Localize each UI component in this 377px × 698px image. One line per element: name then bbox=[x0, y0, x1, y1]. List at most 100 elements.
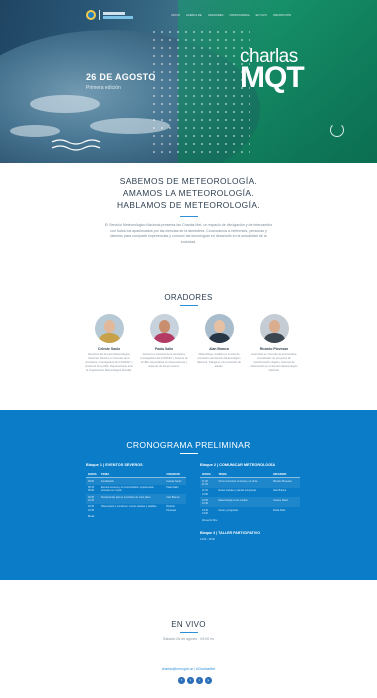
cell-tema: Cómo comunicar el tiempo y el clima bbox=[216, 477, 272, 488]
col-orador: ORADOR bbox=[164, 470, 186, 479]
scroll-down-icon[interactable] bbox=[330, 123, 344, 137]
hero-banner: INICIO ACERCA DE ORADORES CRONOGRAMA EN … bbox=[0, 0, 377, 163]
speaker-bio: Directora del Servicio Meteorológico Nac… bbox=[85, 353, 133, 372]
nav-inicio[interactable]: INICIO bbox=[171, 14, 180, 17]
speakers-title: ORADORES bbox=[164, 293, 213, 302]
cell-orador: Paola Salio bbox=[166, 486, 179, 490]
dot-pattern bbox=[150, 28, 250, 156]
section-divider bbox=[180, 453, 198, 454]
col-orador: ORADOR bbox=[271, 470, 300, 479]
cell-hora: 12:30 13:00 bbox=[202, 508, 208, 515]
speaker-card[interactable]: Paola Salio Doctora en Ciencias de la At… bbox=[139, 314, 189, 373]
nav-oradores[interactable]: ORADORES bbox=[208, 14, 224, 17]
table-row: 09:00 Acreditación Celeste Saulo bbox=[86, 477, 186, 485]
wave-icon bbox=[51, 139, 101, 151]
speaker-card[interactable]: Ricardo Piovesan Licenciado en Ciencias … bbox=[249, 314, 299, 373]
intro-heading-2: AMAMOS LA METEOROLOGÍA. bbox=[122, 188, 255, 198]
speaker-bio: Doctora en Ciencias de la Atmósfera, inv… bbox=[140, 353, 188, 368]
agenda-title: CRONOGRAMA PRELIMINAR bbox=[126, 440, 251, 450]
cell-hora: 09:45 10:15 bbox=[86, 494, 99, 504]
brand-bottom: MQT bbox=[240, 61, 305, 94]
col-tema: TEMA bbox=[216, 470, 272, 479]
block-2-table: HORA TEMA ORADOR 11:00 11:30 Cómo comuni… bbox=[200, 470, 300, 517]
cell-orador: Celeste Saulo bbox=[271, 497, 300, 507]
cell-orador: Ricardo Piovesan bbox=[166, 505, 177, 512]
agenda-section: CRONOGRAMA PRELIMINAR Bloque 1 | EVENTOS… bbox=[0, 410, 377, 580]
nav-cronograma[interactable]: CRONOGRAMA bbox=[229, 14, 249, 17]
cell-hora: 09:00 bbox=[86, 477, 99, 485]
social-links: f t i y bbox=[178, 677, 212, 684]
cell-tema: Cierre y preguntas bbox=[218, 508, 238, 512]
twitter-icon[interactable]: t bbox=[187, 677, 194, 684]
speakers-list: Celeste Saulo Directora del Servicio Met… bbox=[84, 314, 299, 373]
block-3-title: Bloque 3 | TALLER PARTICIPATIVO bbox=[200, 530, 261, 535]
logo-emblem-icon bbox=[86, 10, 96, 20]
cell-hora: 10:15 10:45 bbox=[88, 505, 94, 512]
block-1-title: Bloque 1 | EVENTOS SEVEROS bbox=[86, 463, 143, 467]
intro-paragraph: El Servicio Meteorológico Nacional prese… bbox=[104, 223, 273, 244]
cell-hora: 11:00 11:30 bbox=[200, 477, 217, 488]
speaker-name: Alan Branca bbox=[209, 347, 229, 351]
speaker-avatar bbox=[94, 314, 124, 343]
nav-inscripcion[interactable]: INSCRIPCIÓN bbox=[273, 14, 291, 17]
block-1: Bloque 1 | EVENTOS SEVEROS HORA TEMA ORA… bbox=[86, 463, 186, 520]
contact-link[interactable]: charlas@smn.gob.ar | #CharlasMet bbox=[0, 667, 377, 671]
speaker-avatar bbox=[259, 314, 289, 343]
cell-orador: Alan Branca bbox=[164, 494, 186, 504]
nav-en-vivo[interactable]: EN VIVO bbox=[256, 14, 267, 17]
table-row: 09:45 10:15 Herramientas para el pronóst… bbox=[86, 494, 186, 504]
nav-acerca[interactable]: ACERCA DE bbox=[186, 14, 202, 17]
speaker-name: Paola Salio bbox=[154, 347, 174, 351]
instagram-icon[interactable]: i bbox=[196, 677, 203, 684]
block-3-time: 14:00 - 16:00 bbox=[200, 537, 215, 541]
intro-heading-1: SABEMOS DE METEOROLOGÍA. bbox=[119, 176, 258, 186]
cell-orador: Alan Branca bbox=[273, 489, 287, 493]
cell-tema: Redes sociales y alertas tempranas bbox=[218, 489, 257, 493]
top-navbar: INICIO ACERCA DE ORADORES CRONOGRAMA EN … bbox=[0, 0, 377, 30]
col-tema: TEMA bbox=[98, 470, 165, 479]
section-divider bbox=[180, 305, 198, 306]
table-row: 11:00 11:30 Cómo comunicar el tiempo y e… bbox=[200, 477, 300, 488]
youtube-icon[interactable]: y bbox=[205, 677, 212, 684]
col-hora: HORA bbox=[200, 470, 217, 479]
logo-text bbox=[103, 11, 133, 20]
speaker-card[interactable]: Celeste Saulo Directora del Servicio Met… bbox=[84, 314, 134, 373]
cell-orador: Paola Salio bbox=[273, 508, 286, 512]
live-date: Sábado 26 de agosto · 09:00 hs bbox=[162, 637, 215, 641]
intro-heading-3: HABLAMOS DE METEOROLOGÍA. bbox=[116, 200, 261, 210]
event-date: 26 DE AGOSTO bbox=[86, 72, 156, 82]
speaker-name: Ricardo Piovesan bbox=[259, 347, 289, 351]
section-divider bbox=[179, 216, 198, 217]
cell-tema: Eventos severos y su comunicación: exper… bbox=[100, 486, 154, 493]
table-row: 12:00 12:30 Meteorología en los medios C… bbox=[200, 497, 300, 507]
intro-section: SABEMOS DE METEOROLOGÍA. AMAMOS LA METEO… bbox=[0, 175, 377, 245]
table-row: 11:30 12:00 Redes sociales y alertas tem… bbox=[200, 488, 300, 498]
cell-orador: Celeste Saulo bbox=[164, 477, 186, 485]
speaker-bio: Meteorólogo. Analista en el área de pron… bbox=[197, 353, 241, 368]
page: INICIO ACERCA DE ORADORES CRONOGRAMA EN … bbox=[0, 0, 377, 698]
cell-hora: 12:00 12:30 bbox=[200, 497, 217, 507]
block-2: Bloque 2 | COMUNICAR METEOROLOGÍA HORA T… bbox=[200, 463, 300, 541]
charlas-met-logo: charlas MQT bbox=[240, 47, 305, 94]
live-title: EN VIVO bbox=[171, 620, 206, 629]
speaker-bio: Licenciado en Ciencias de la Atmósfera. … bbox=[250, 353, 298, 372]
speaker-avatar bbox=[149, 314, 179, 343]
table-row: 10:15 10:45 Observación y monitoreo: nue… bbox=[86, 504, 186, 514]
logo-divider bbox=[99, 10, 100, 20]
block-2-note: Almuerzo libre bbox=[202, 518, 218, 522]
smn-logo[interactable] bbox=[86, 10, 133, 20]
block-2-title: Bloque 2 | COMUNICAR METEOROLOGÍA bbox=[200, 463, 276, 467]
main-nav: INICIO ACERCA DE ORADORES CRONOGRAMA EN … bbox=[171, 14, 291, 17]
cell-tema: Acreditación bbox=[98, 477, 165, 485]
cell-orador: Ricardo Piovesan bbox=[271, 477, 300, 488]
cell-hora: 11:30 12:00 bbox=[202, 489, 208, 496]
facebook-icon[interactable]: f bbox=[178, 677, 185, 684]
event-edition: Primera edición bbox=[86, 85, 121, 91]
table-row: 09:15 09:45 Eventos severos y su comunic… bbox=[86, 485, 186, 495]
col-hora: HORA bbox=[86, 470, 99, 479]
cell-tema: Observación y monitoreo: nuevos radares … bbox=[100, 505, 157, 509]
table-row: 12:30 13:00 Cierre y preguntas Paola Sal… bbox=[200, 507, 300, 517]
cell-tema: Meteorología en los medios bbox=[216, 497, 272, 507]
speaker-card[interactable]: Alan Branca Meteorólogo. Analista en el … bbox=[194, 314, 244, 373]
speaker-avatar bbox=[204, 314, 234, 343]
